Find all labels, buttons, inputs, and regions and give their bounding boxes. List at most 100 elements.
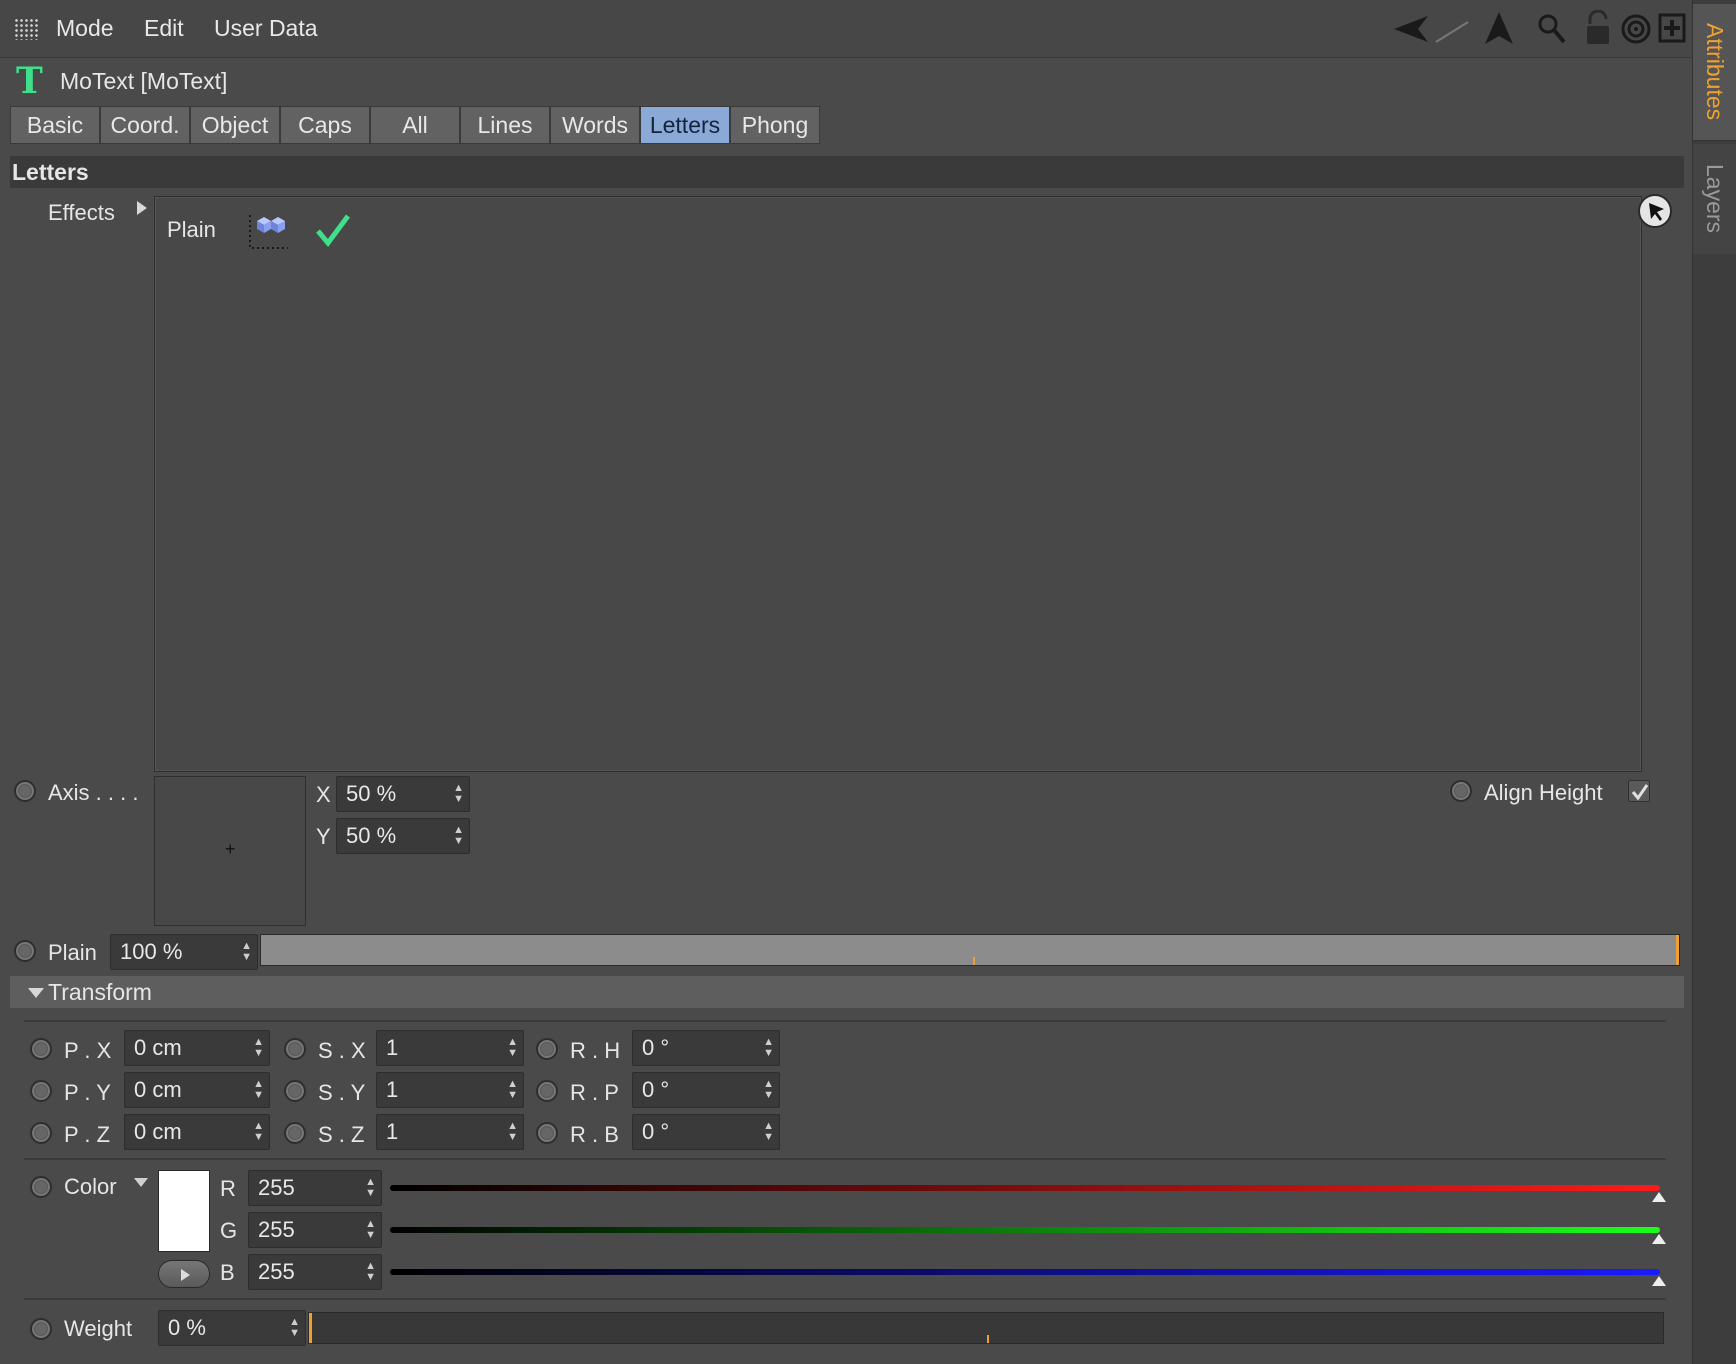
target-icon[interactable] xyxy=(1620,13,1652,45)
effects-list[interactable]: Plain xyxy=(154,196,1642,772)
spinner-icon[interactable]: ▲ ▼ xyxy=(507,1037,518,1059)
tab-all[interactable]: All xyxy=(370,106,460,144)
color-b-handle[interactable] xyxy=(1652,1276,1666,1286)
tab-layers[interactable]: Layers xyxy=(1693,144,1736,254)
weight-slider[interactable] xyxy=(308,1312,1664,1344)
collapse-arrow-icon[interactable] xyxy=(28,988,44,998)
rh-anim-radio[interactable] xyxy=(536,1038,558,1060)
new-panel-icon[interactable] xyxy=(1658,13,1686,43)
sz-input[interactable]: 1 ▲ ▼ xyxy=(376,1114,524,1150)
color-b-input[interactable]: 255 ▲ ▼ xyxy=(248,1254,382,1290)
tab-object[interactable]: Object xyxy=(190,106,280,144)
slider-midpoint-tick xyxy=(987,1335,989,1343)
tab-phong[interactable]: Phong xyxy=(730,106,820,144)
color-g-handle[interactable] xyxy=(1652,1234,1666,1244)
enabled-check-icon[interactable] xyxy=(315,213,351,247)
tab-attributes[interactable]: Attributes xyxy=(1693,4,1736,141)
spinner-icon[interactable]: ▲ ▼ xyxy=(241,941,252,963)
tab-caps[interactable]: Caps xyxy=(280,106,370,144)
weight-input[interactable]: 0 % ▲ ▼ xyxy=(158,1310,306,1346)
spinner-icon[interactable]: ▲ ▼ xyxy=(453,783,464,805)
axis-y-input[interactable]: 50 % ▲ ▼ xyxy=(336,818,470,854)
pz-anim-radio[interactable] xyxy=(30,1122,52,1144)
align-height-anim-radio[interactable] xyxy=(1450,780,1472,802)
list-item[interactable]: Plain xyxy=(167,209,367,249)
spinner-icon[interactable]: ▲ ▼ xyxy=(253,1037,264,1059)
rp-anim-radio[interactable] xyxy=(536,1080,558,1102)
up-arrow-icon[interactable] xyxy=(1482,10,1516,48)
spinner-icon[interactable]: ▲ ▼ xyxy=(365,1177,376,1199)
color-dropdown-arrow-icon[interactable] xyxy=(134,1178,148,1188)
search-icon[interactable] xyxy=(1536,12,1568,46)
tab-letters[interactable]: Letters xyxy=(640,106,730,144)
pz-input[interactable]: 0 cm ▲ ▼ xyxy=(124,1114,270,1150)
grip-icon[interactable] xyxy=(14,18,38,40)
tab-coord[interactable]: Coord. xyxy=(100,106,190,144)
axis-crosshair-icon: + xyxy=(225,839,236,859)
tab-lines[interactable]: Lines xyxy=(460,106,550,144)
transform-group-header[interactable]: Transform xyxy=(10,976,1684,1008)
axis-anim-radio[interactable] xyxy=(14,780,36,802)
transform-title: Transform xyxy=(48,979,152,1005)
plain-slider-fill xyxy=(261,935,1679,965)
lock-icon[interactable] xyxy=(1584,10,1612,46)
spinner-icon[interactable]: ▲ ▼ xyxy=(507,1121,518,1143)
checkmark-icon xyxy=(1631,784,1649,801)
slider-handle[interactable] xyxy=(309,1313,312,1343)
sy-label: S . Y xyxy=(318,1080,366,1105)
py-anim-radio[interactable] xyxy=(30,1080,52,1102)
sy-anim-radio[interactable] xyxy=(284,1080,306,1102)
color-g-value: 255 xyxy=(258,1217,295,1242)
forward-arrow-icon[interactable] xyxy=(1432,12,1472,46)
rb-label: R . B xyxy=(570,1122,619,1147)
sx-anim-radio[interactable] xyxy=(284,1038,306,1060)
menu-edit[interactable]: Edit xyxy=(144,15,184,42)
px-anim-radio[interactable] xyxy=(30,1038,52,1060)
py-label: P . Y xyxy=(64,1080,111,1105)
spinner-icon[interactable]: ▲ ▼ xyxy=(253,1079,264,1101)
spinner-icon[interactable]: ▲ ▼ xyxy=(253,1121,264,1143)
spinner-icon[interactable]: ▲ ▼ xyxy=(365,1261,376,1283)
color-g-slider[interactable] xyxy=(390,1227,1660,1233)
spinner-icon[interactable]: ▲ ▼ xyxy=(763,1037,774,1059)
color-r-input[interactable]: 255 ▲ ▼ xyxy=(248,1170,382,1206)
menu-mode[interactable]: Mode xyxy=(56,15,114,42)
menu-user-data[interactable]: User Data xyxy=(214,15,318,42)
sx-input[interactable]: 1 ▲ ▼ xyxy=(376,1030,524,1066)
color-g-input[interactable]: 255 ▲ ▼ xyxy=(248,1212,382,1248)
axis-pad[interactable]: + xyxy=(154,776,306,926)
color-anim-radio[interactable] xyxy=(30,1176,52,1198)
effects-expand-arrow-icon[interactable] xyxy=(136,200,148,216)
spinner-icon[interactable]: ▲ ▼ xyxy=(763,1079,774,1101)
plain-effector-icon xyxy=(249,215,288,249)
plain-anim-radio[interactable] xyxy=(14,940,36,962)
py-input[interactable]: 0 cm ▲ ▼ xyxy=(124,1072,270,1108)
back-arrow-icon[interactable] xyxy=(1392,12,1432,46)
rb-anim-radio[interactable] xyxy=(536,1122,558,1144)
color-b-slider[interactable] xyxy=(390,1269,1660,1275)
pick-cursor-icon[interactable] xyxy=(1638,194,1672,228)
slider-handle[interactable] xyxy=(1676,935,1679,965)
rh-input[interactable]: 0 ° ▲ ▼ xyxy=(632,1030,780,1066)
axis-x-input[interactable]: 50 % ▲ ▼ xyxy=(336,776,470,812)
color-r-handle[interactable] xyxy=(1652,1192,1666,1202)
spinner-icon[interactable]: ▲ ▼ xyxy=(763,1121,774,1143)
color-r-slider[interactable] xyxy=(390,1185,1660,1191)
rp-input[interactable]: 0 ° ▲ ▼ xyxy=(632,1072,780,1108)
px-input[interactable]: 0 cm ▲ ▼ xyxy=(124,1030,270,1066)
spinner-icon[interactable]: ▲ ▼ xyxy=(507,1079,518,1101)
sy-input[interactable]: 1 ▲ ▼ xyxy=(376,1072,524,1108)
tab-words[interactable]: Words xyxy=(550,106,640,144)
spinner-icon[interactable]: ▲ ▼ xyxy=(365,1219,376,1241)
color-swatch[interactable] xyxy=(158,1170,210,1252)
rb-input[interactable]: 0 ° ▲ ▼ xyxy=(632,1114,780,1150)
color-mode-button[interactable] xyxy=(158,1260,210,1288)
plain-strength-input[interactable]: 100 % ▲ ▼ xyxy=(110,934,258,970)
plain-strength-slider[interactable] xyxy=(260,934,1680,966)
spinner-icon[interactable]: ▲ ▼ xyxy=(289,1317,300,1339)
align-height-checkbox[interactable] xyxy=(1628,780,1650,802)
tab-basic[interactable]: Basic xyxy=(10,106,100,144)
spinner-icon[interactable]: ▲ ▼ xyxy=(453,825,464,847)
weight-anim-radio[interactable] xyxy=(30,1318,52,1340)
sz-anim-radio[interactable] xyxy=(284,1122,306,1144)
